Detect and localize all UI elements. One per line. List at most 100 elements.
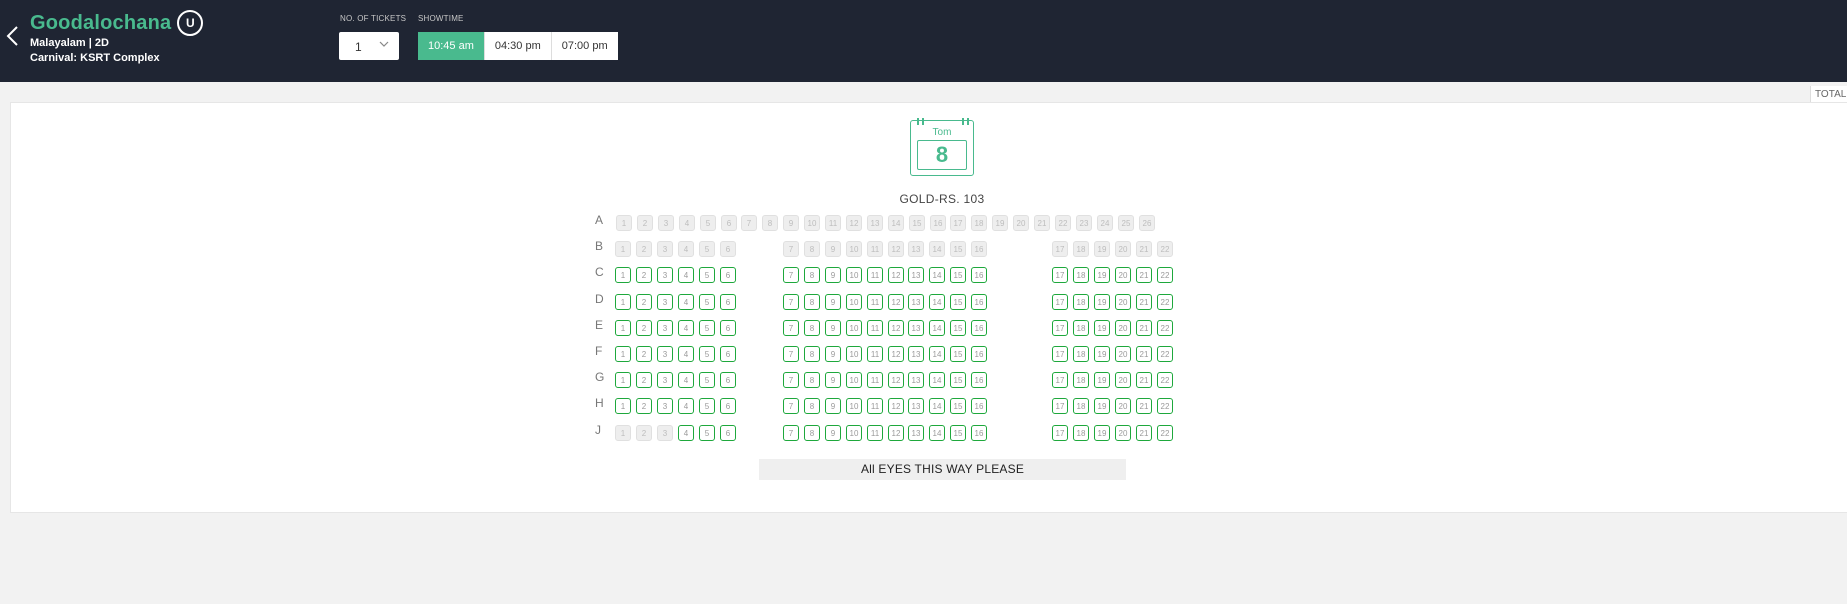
seat[interactable]: 10 (846, 320, 862, 336)
seat[interactable]: 13 (908, 320, 924, 336)
seat[interactable]: 3 (657, 346, 673, 362)
seat[interactable]: 3 (657, 320, 673, 336)
seat[interactable]: 12 (888, 267, 904, 283)
tickets-dropdown[interactable]: 1 (339, 32, 399, 60)
seat[interactable]: 13 (908, 267, 924, 283)
seat[interactable]: 7 (783, 267, 799, 283)
seat[interactable]: 4 (678, 294, 694, 310)
seat[interactable]: 1 (615, 372, 631, 388)
seat[interactable]: 14 (929, 294, 945, 310)
seat[interactable]: 3 (657, 267, 673, 283)
seat[interactable]: 1 (615, 320, 631, 336)
seat[interactable]: 20 (1115, 267, 1131, 283)
seat[interactable]: 13 (908, 398, 924, 414)
seat[interactable]: 5 (699, 425, 715, 441)
seat[interactable]: 9 (825, 267, 841, 283)
seat[interactable]: 19 (1094, 398, 1110, 414)
seat[interactable]: 7 (783, 372, 799, 388)
seat[interactable]: 13 (908, 346, 924, 362)
seat[interactable]: 6 (720, 267, 736, 283)
seat[interactable]: 4 (678, 346, 694, 362)
seat[interactable]: 19 (1094, 267, 1110, 283)
seat[interactable]: 16 (971, 425, 987, 441)
seat[interactable]: 6 (720, 294, 736, 310)
seat[interactable]: 21 (1136, 267, 1152, 283)
seat[interactable]: 1 (615, 267, 631, 283)
seat[interactable]: 8 (804, 320, 820, 336)
seat[interactable]: 17 (1052, 320, 1068, 336)
seat[interactable]: 16 (971, 294, 987, 310)
seat[interactable]: 2 (636, 398, 652, 414)
seat[interactable]: 11 (867, 267, 883, 283)
seat[interactable]: 16 (971, 372, 987, 388)
seat[interactable]: 9 (825, 294, 841, 310)
seat[interactable]: 5 (699, 346, 715, 362)
seat[interactable]: 9 (825, 320, 841, 336)
seat[interactable]: 12 (888, 425, 904, 441)
seat[interactable]: 10 (846, 398, 862, 414)
seat[interactable]: 4 (678, 320, 694, 336)
seat[interactable]: 10 (846, 267, 862, 283)
seat[interactable]: 16 (971, 346, 987, 362)
seat[interactable]: 21 (1136, 346, 1152, 362)
seat[interactable]: 15 (950, 372, 966, 388)
seat[interactable]: 19 (1094, 372, 1110, 388)
seat[interactable]: 18 (1073, 294, 1089, 310)
seat[interactable]: 11 (867, 425, 883, 441)
seat[interactable]: 2 (636, 267, 652, 283)
seat[interactable]: 21 (1136, 320, 1152, 336)
seat[interactable]: 3 (657, 372, 673, 388)
seat[interactable]: 5 (699, 320, 715, 336)
seat[interactable]: 2 (636, 294, 652, 310)
back-arrow-icon[interactable] (4, 24, 22, 48)
seat[interactable]: 14 (929, 267, 945, 283)
seat[interactable]: 17 (1052, 425, 1068, 441)
seat[interactable]: 22 (1157, 346, 1173, 362)
seat[interactable]: 19 (1094, 425, 1110, 441)
date-card[interactable]: Tom 8 (910, 118, 974, 176)
seat[interactable]: 18 (1073, 425, 1089, 441)
seat[interactable]: 2 (636, 372, 652, 388)
seat[interactable]: 7 (783, 346, 799, 362)
seat[interactable]: 21 (1136, 372, 1152, 388)
seat[interactable]: 10 (846, 372, 862, 388)
seat[interactable]: 21 (1136, 398, 1152, 414)
seat[interactable]: 7 (783, 425, 799, 441)
seat[interactable]: 20 (1115, 425, 1131, 441)
seat[interactable]: 15 (950, 267, 966, 283)
showtime-option-2[interactable]: 04:30 pm (483, 32, 551, 60)
seat[interactable]: 19 (1094, 294, 1110, 310)
seat[interactable]: 5 (699, 398, 715, 414)
seat[interactable]: 20 (1115, 398, 1131, 414)
seat[interactable]: 4 (678, 398, 694, 414)
seat[interactable]: 17 (1052, 267, 1068, 283)
seat[interactable]: 9 (825, 398, 841, 414)
seat[interactable]: 20 (1115, 372, 1131, 388)
seat[interactable]: 1 (615, 398, 631, 414)
seat[interactable]: 11 (867, 372, 883, 388)
seat[interactable]: 8 (804, 425, 820, 441)
seat[interactable]: 12 (888, 372, 904, 388)
showtime-option-1[interactable]: 10:45 am (418, 32, 484, 60)
seat[interactable]: 6 (720, 372, 736, 388)
seat[interactable]: 16 (971, 320, 987, 336)
seat[interactable]: 15 (950, 320, 966, 336)
seat[interactable]: 15 (950, 346, 966, 362)
seat[interactable]: 5 (699, 294, 715, 310)
seat[interactable]: 18 (1073, 267, 1089, 283)
seat[interactable]: 10 (846, 346, 862, 362)
seat[interactable]: 22 (1157, 372, 1173, 388)
seat[interactable]: 12 (888, 398, 904, 414)
seat[interactable]: 18 (1073, 398, 1089, 414)
seat[interactable]: 16 (971, 267, 987, 283)
seat[interactable]: 2 (636, 346, 652, 362)
seat[interactable]: 5 (699, 372, 715, 388)
seat[interactable]: 22 (1157, 398, 1173, 414)
seat[interactable]: 6 (720, 425, 736, 441)
seat[interactable]: 3 (657, 294, 673, 310)
seat[interactable]: 16 (971, 398, 987, 414)
seat[interactable]: 14 (929, 346, 945, 362)
seat[interactable]: 22 (1157, 294, 1173, 310)
seat[interactable]: 13 (908, 372, 924, 388)
seat[interactable]: 18 (1073, 320, 1089, 336)
